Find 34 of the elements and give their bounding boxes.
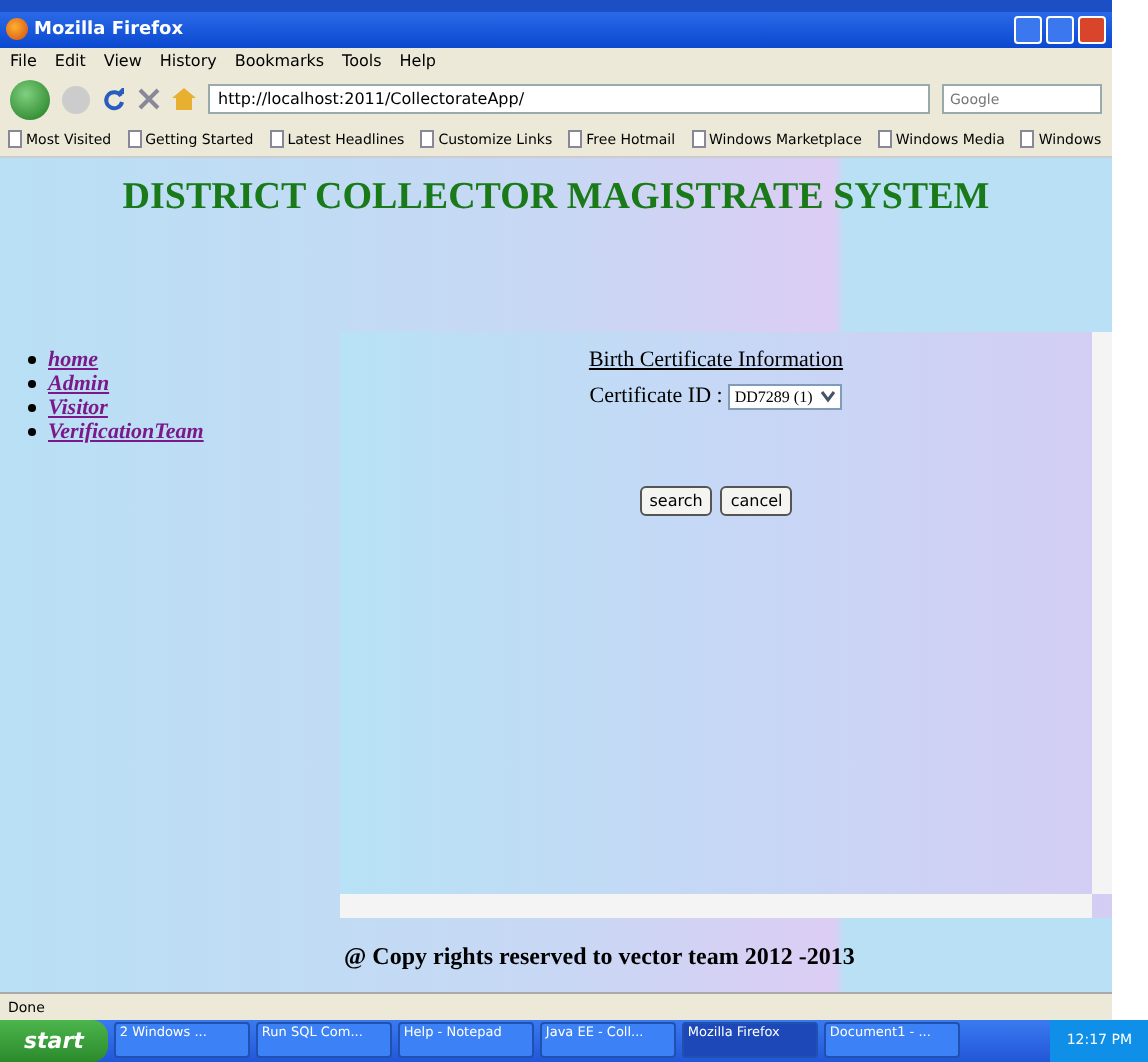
menu-item[interactable]: History (159, 52, 217, 71)
vertical-scrollbar[interactable] (1092, 331, 1112, 894)
back-button[interactable] (10, 79, 50, 120)
copyright-footer: @ Copy rights reserved to vector team 2012 -2013 (0, 917, 1112, 972)
maximize-button[interactable] (1046, 15, 1074, 44)
nav-link[interactable]: VerificationTeam (48, 419, 204, 444)
certificate-dropdown[interactable]: DD7289 (1) (728, 383, 843, 410)
bullet-icon (28, 355, 36, 364)
page-title: DISTRICT COLLECTOR MAGISTRATE SYSTEM (122, 175, 990, 222)
nav-link[interactable]: Visitor (48, 395, 108, 420)
stop-icon[interactable] (138, 88, 160, 111)
menu-item[interactable]: Tools (342, 52, 382, 71)
menu-item[interactable]: Edit (54, 52, 86, 71)
bullet-icon (28, 379, 36, 388)
window-title: Mozilla Firefox (34, 19, 184, 40)
reload-icon[interactable] (102, 87, 126, 112)
bullet-icon (28, 427, 36, 436)
menu-item[interactable]: Bookmarks (234, 52, 325, 71)
close-button[interactable] (1078, 15, 1106, 44)
form-button[interactable]: cancel (720, 485, 793, 516)
form-button[interactable]: search (639, 485, 713, 516)
menu-item[interactable]: File (10, 52, 37, 71)
caret-icon (820, 388, 837, 405)
field-label: Certificate ID : (589, 384, 723, 409)
bullet-icon (28, 403, 36, 412)
nav-link[interactable]: home (48, 347, 99, 372)
form-heading: Birth Certificate Information (588, 347, 844, 372)
nav-link[interactable]: Admin (48, 371, 110, 396)
minimize-button[interactable] (1014, 15, 1042, 44)
address-field[interactable]: http://localhost:2011/CollectorateApp/ (208, 84, 930, 115)
horizontal-scrollbar[interactable] (340, 893, 1092, 918)
home-icon[interactable] (172, 88, 196, 111)
menu-item[interactable]: Help (399, 52, 437, 71)
menu-item[interactable]: View (103, 52, 142, 71)
